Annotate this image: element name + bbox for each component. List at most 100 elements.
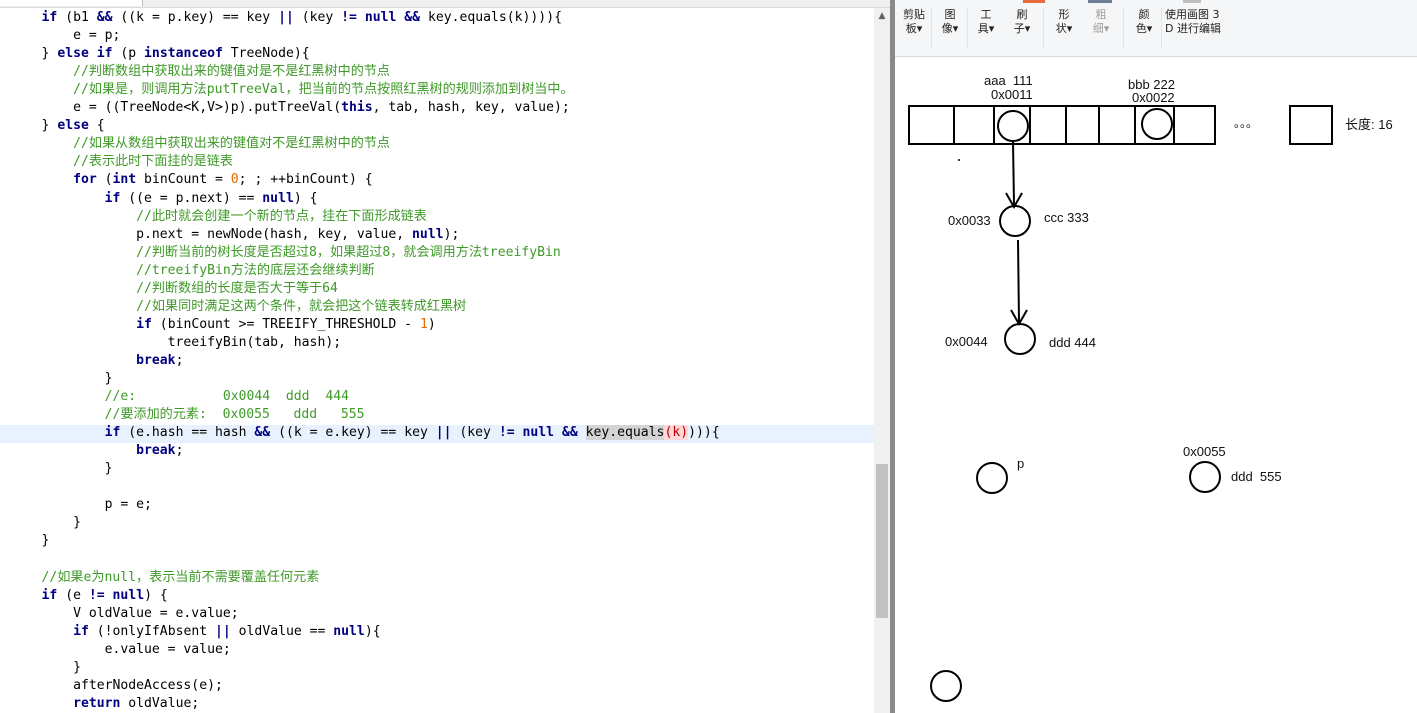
code-editor[interactable]: if (b1 && ((k = p.key) == key || (key !=… (0, 0, 874, 713)
code-line[interactable]: //treeifyBin方法的底层还会继续判断 (10, 262, 375, 280)
aaa-address: 0x0011 (991, 87, 1033, 102)
code-line[interactable]: if (binCount >= TREEIFY_THRESHOLD - 1) (10, 316, 436, 334)
code-token: ) { (293, 191, 318, 206)
code-line[interactable]: } else { (10, 117, 105, 135)
node-aaa (997, 110, 1029, 142)
node-ddd-555 (1189, 461, 1221, 493)
code-token: if (41, 10, 58, 25)
code-line[interactable]: } else if (p instanceof TreeNode){ (10, 45, 310, 63)
code-line[interactable]: if (!onlyIfAbsent || oldValue == null){ (10, 623, 381, 641)
code-token: afterNodeAccess(e); (10, 678, 223, 693)
code-token: //如果从数组中获取出来的键值对不是红黑树中的节点 (73, 136, 390, 151)
code-line[interactable]: } (10, 370, 113, 388)
code-line[interactable]: p = e; (10, 496, 152, 514)
code-token: if (104, 425, 121, 440)
code-token: } (10, 461, 113, 476)
aaa-label: aaa 111 (984, 73, 1033, 88)
ellipsis: 。。。 (1234, 116, 1259, 130)
code-line[interactable]: if (e.hash == hash && ((k = e.key) == ke… (10, 424, 720, 442)
code-token: ; (175, 353, 184, 368)
code-line[interactable]: return oldValue; (10, 695, 199, 713)
code-token: e.value = value; (10, 642, 231, 657)
code-token: key.equals (585, 425, 665, 440)
code-token: (!onlyIfAbsent (88, 624, 215, 639)
code-line[interactable]: //判断数组中获取出来的键值对是不是红黑树中的节点 (10, 63, 390, 81)
code-line[interactable]: if ((e = p.next) == null) { (10, 190, 318, 208)
code-token: this (341, 100, 373, 115)
code-token: && (561, 425, 578, 440)
code-line[interactable]: e.value = value; (10, 641, 231, 659)
code-token: || (435, 425, 452, 440)
code-line[interactable]: //如果同时满足这两个条件，就会把这个链表转成红黑树 (10, 298, 466, 316)
scroll-up-arrow-icon[interactable]: ▲ (874, 8, 890, 24)
code-line[interactable]: //表示此时下面挂的是链表 (10, 153, 233, 171)
code-token: != (498, 425, 515, 440)
code-token: (key (451, 425, 499, 440)
diagram-drawing (908, 105, 1333, 702)
code-token: } (10, 118, 58, 133)
code-line[interactable]: } (10, 460, 113, 478)
code-line[interactable]: //要添加的元素: 0x0055 ddd 555 (10, 406, 365, 424)
code-token: ; ; ++binCount) { (238, 172, 373, 187)
code-token: || (278, 10, 294, 25)
code-token: , tab, hash, key, value); (372, 100, 570, 115)
code-token: //判断数组的长度是否大于等于64 (136, 281, 338, 296)
editor-tab[interactable] (0, 0, 143, 6)
code-token: null (522, 425, 555, 440)
code-token: 0 (230, 172, 239, 187)
code-line[interactable]: } (10, 532, 50, 550)
stray-dot (958, 159, 960, 161)
code-token: //如果同时满足这两个条件，就会把这个链表转成红黑树 (136, 299, 467, 314)
code-token: null (112, 588, 145, 603)
code-token: ((e = p.next) == (120, 191, 263, 206)
ddd555-label: ddd 555 (1231, 469, 1282, 484)
code-line[interactable]: //判断当前的树长度是否超过8，如果超过8，就会调用方法treeifyBin (10, 244, 561, 262)
code-token: int (112, 172, 137, 187)
code-line[interactable]: e = p; (10, 27, 120, 45)
code-token: //判断数组中获取出来的键值对是不是红黑树中的节点 (73, 64, 390, 79)
code-token: (e (57, 588, 89, 603)
code-line[interactable]: //e: 0x0044 ddd 444 (10, 388, 349, 406)
array-last-slot (1289, 105, 1333, 145)
code-token: oldValue == (230, 624, 334, 639)
code-token: } (10, 515, 81, 530)
code-line[interactable]: if (e != null) { (10, 587, 168, 605)
ddd444-address: 0x0044 (945, 334, 988, 349)
code-token: (b1 (57, 10, 97, 25)
code-line[interactable]: //如果e为null，表示当前不需要覆盖任何元素 (10, 569, 320, 587)
code-line[interactable]: treeifyBin(tab, hash); (10, 334, 341, 352)
code-token: ); (443, 227, 460, 242)
code-token: && (404, 10, 421, 25)
code-token: { (88, 118, 105, 133)
code-line[interactable]: e = ((TreeNode<K,V>)p).putTreeVal(this, … (10, 99, 570, 117)
code-line[interactable]: //如果是，则调用方法putTreeVal，把当前的节点按照红黑树的规则添加到树… (10, 81, 574, 99)
code-line[interactable]: break; (10, 352, 183, 370)
code-line[interactable]: //如果从数组中获取出来的键值对不是红黑树中的节点 (10, 135, 390, 153)
code-line[interactable]: //此时就会创建一个新的节点，挂在下面形成链表 (10, 208, 427, 226)
code-token: ((k = p.key) == key (112, 10, 279, 25)
code-line[interactable]: V oldValue = e.value; (10, 605, 239, 623)
code-line[interactable]: if (b1 && ((k = p.key) == key || (key !=… (10, 9, 562, 27)
code-line[interactable]: afterNodeAccess(e); (10, 677, 223, 695)
editor-scrollbar-thumb[interactable] (876, 464, 888, 618)
code-token: null (412, 227, 444, 242)
code-token: && (96, 10, 113, 25)
code-line[interactable]: } (10, 659, 81, 677)
code-token: ){ (364, 624, 381, 639)
code-line[interactable]: break; (10, 442, 183, 460)
code-line[interactable]: //判断数组的长度是否大于等于64 (10, 280, 338, 298)
code-line[interactable]: p.next = newNode(hash, key, value, null)… (10, 226, 459, 244)
code-token: instanceof (144, 46, 223, 61)
length-label: 长度: 16 (1345, 117, 1393, 132)
code-line[interactable]: for (int binCount = 0; ; ++binCount) { (10, 171, 373, 189)
code-token: && (254, 425, 271, 440)
code-line[interactable]: } (10, 514, 81, 532)
